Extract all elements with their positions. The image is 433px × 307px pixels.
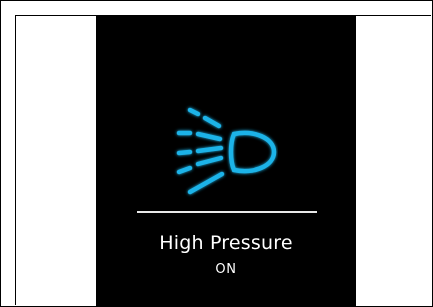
function-title: High Pressure xyxy=(159,232,293,254)
high-pressure-headlight-icon xyxy=(170,102,278,206)
display-screen: High Pressure ON xyxy=(96,15,356,307)
function-state: ON xyxy=(215,262,237,277)
divider-line xyxy=(137,211,317,213)
